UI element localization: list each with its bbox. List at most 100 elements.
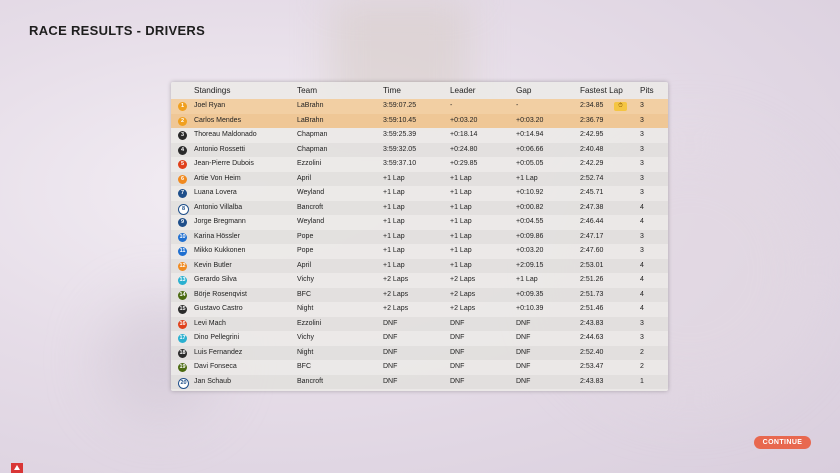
cell-pits: 2 [640,348,644,356]
cell-gap: +0:04.55 [516,218,544,225]
cell-time: +2 Laps [383,276,409,283]
cell-gap: +0:03.20 [516,247,544,254]
cell-time: +1 Lap [383,174,405,182]
cell-team: Ezzolini [297,160,322,167]
cell-fastest-lap: 2:43.83 [580,319,604,327]
cell-gap: DNF [516,319,531,327]
cell-leader: DNF [450,363,465,370]
cell-name: Jan Schaub [194,377,231,385]
cell-team: Weyland [297,189,325,196]
cell-gap: +0:14.94 [516,131,544,138]
cell-gap: DNF [516,363,531,370]
cell-time: 3:59:10.45 [383,116,417,124]
cell-fastest-lap: 2:47.17 [580,232,604,240]
cell-name: Mikko Kukkonen [194,247,246,254]
table-row: 12 Kevin Butler April +1 Lap +1 Lap +2:09.15 2… [171,259,668,274]
table-row: 15 Gustavo Castro Night +2 Laps +2 Laps +0:10… [171,302,668,317]
cell-gap: +0:10.39 [516,305,544,312]
cell-name: Gustavo Castro [194,305,243,312]
cell-pits: 3 [640,116,644,124]
cell-pits: 3 [640,102,644,109]
cell-team: Weyland [297,218,325,225]
cell-fastest-lap: 2:52.74 [580,174,604,182]
cell-gap: +1 Lap [516,276,538,283]
table-row: 5 Jean-Pierre Dubois Ezzolini 3:59:37.10 +0:… [171,157,668,172]
position-badge: 17 [178,334,187,343]
position-badge: 10 [178,232,187,242]
cell-gap: +1 Lap [516,174,538,182]
cell-leader: +1 Lap [450,174,472,182]
cell-fastest-lap: 2:46.44 [580,218,604,225]
cell-name: Gerardo Silva [194,276,237,283]
cell-name: Jorge Bregmann [194,218,246,225]
cell-fastest-lap: 2:51.73 [580,290,604,298]
cell-pits: 3 [640,145,644,153]
cell-pits: 4 [640,305,644,312]
results-table: Standings Team Time Leader Gap Fastest L… [171,82,668,391]
cell-name: Börje Rosenqvist [194,290,247,298]
col-team: Team [297,86,318,95]
position-badge: 12 [178,261,187,271]
cell-time: 3:59:25.39 [383,131,417,138]
cell-name: Dino Pellegrini [194,334,240,341]
cell-time: DNF [383,334,398,341]
position-badge: 15 [178,305,187,314]
position-badge: 3 [178,131,187,140]
cell-leader: +1 Lap [450,261,472,269]
cell-time: 3:59:37.10 [383,160,417,167]
cell-pits: 3 [640,334,644,341]
cell-leader: +1 Lap [450,218,472,225]
col-leader: Leader [450,86,476,95]
cell-team: Bancroft [297,203,324,211]
cell-gap: DNF [516,348,531,356]
cell-leader: +1 Lap [450,247,472,254]
cell-leader: - [450,102,453,109]
table-row: 3 Thoreau Maldonado Chapman 3:59:25.39 +0:18… [171,128,668,143]
cell-team: Vichy [297,276,314,283]
position-badge: 14 [178,290,187,300]
position-badge: 9 [178,218,187,227]
table-row: 18 Luis Fernandez Night DNF DNF DNF 2:52.40 2 [171,346,668,361]
cell-fastest-lap: 2:47.60 [580,247,604,254]
cell-time: +1 Lap [383,247,405,254]
cell-team: Pope [297,247,314,254]
position-badge: 19 [178,363,187,372]
table-row: 13 Gerardo Silva Vichy +2 Laps +2 Laps +1 Lap… [171,273,668,288]
cell-time: DNF [383,348,398,356]
cell-leader: +1 Lap [450,203,472,211]
cell-gap: DNF [516,334,531,341]
cell-gap: +0:09.86 [516,232,544,240]
cell-team: April [297,174,312,182]
col-gap: Gap [516,86,532,95]
cell-name: Jean-Pierre Dubois [194,160,254,167]
warning-icon[interactable] [11,463,23,473]
cell-name: Antonio Rossetti [194,145,245,153]
position-badge: 7 [178,189,187,198]
continue-button[interactable]: CONTINUE [754,436,811,449]
cell-fastest-lap: 2:47.38 [580,203,604,211]
cell-name: Artie Von Heim [194,174,241,182]
cell-time: +2 Laps [383,290,409,298]
cell-pits: 3 [640,232,644,240]
cell-leader: DNF [450,319,465,327]
cell-pits: 3 [640,174,644,182]
cell-pits: 3 [640,189,644,196]
cell-pits: 3 [640,247,644,254]
position-badge: 20 [178,377,189,389]
cell-pits: 3 [640,160,644,167]
cell-pits: 4 [640,203,644,211]
cell-fastest-lap: 2:45.71 [580,189,604,196]
position-badge: 2 [178,116,187,126]
cell-team: Pope [297,232,314,240]
cell-name: Antonio Villalba [194,203,243,211]
cell-fastest-lap: 2:44.63 [580,334,604,341]
cell-name: Luis Fernandez [194,348,243,356]
cell-leader: +0:03.20 [450,116,478,124]
cell-pits: 3 [640,131,644,138]
position-badge: 6 [178,174,187,184]
cell-gap: +0:10.92 [516,189,544,196]
position-badge: 4 [178,145,187,155]
cell-fastest-lap: 2:34.85 [580,102,604,109]
cell-fastest-lap: 2:40.48 [580,145,604,153]
cell-team: Night [297,305,314,312]
